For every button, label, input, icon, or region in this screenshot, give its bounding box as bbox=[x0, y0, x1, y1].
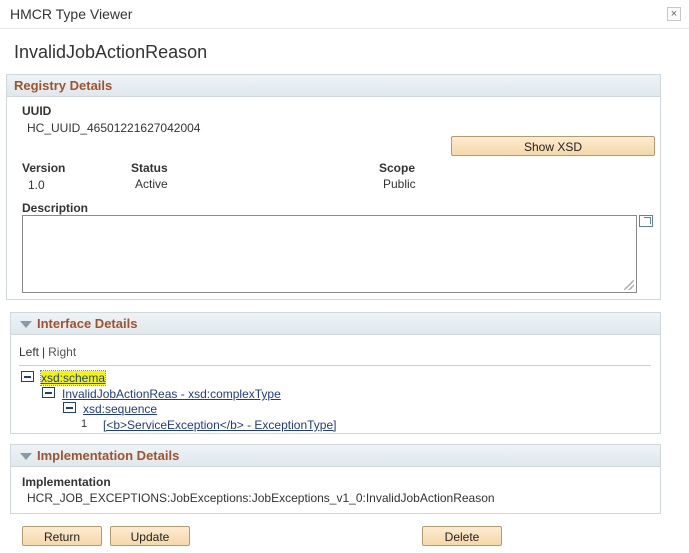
interface-details-group: Interface Details Left | Right xsd:schema … bbox=[10, 312, 661, 434]
tree-direction-tabs: Left | Right bbox=[19, 345, 76, 359]
expand-editor-icon[interactable] bbox=[639, 215, 653, 227]
uuid-value: HC_UUID_46501221627042004 bbox=[27, 121, 201, 135]
window-title: HMCR Type Viewer bbox=[10, 6, 133, 22]
resize-grip-icon[interactable] bbox=[624, 280, 634, 290]
registry-details-group: Registry Details UUID HC_UUID_4650122162… bbox=[6, 74, 661, 300]
collapse-schema-icon[interactable] bbox=[21, 371, 34, 382]
description-textarea[interactable] bbox=[22, 215, 637, 293]
update-button[interactable]: Update bbox=[110, 526, 190, 546]
window-titlebar: HMCR Type Viewer × bbox=[0, 0, 689, 29]
delete-button[interactable]: Delete bbox=[422, 526, 502, 546]
implementation-value: HCR_JOB_EXCEPTIONS:JobExceptions:JobExce… bbox=[27, 491, 495, 505]
version-value: 1.0 bbox=[28, 178, 45, 192]
description-label: Description bbox=[22, 201, 89, 215]
tab-right[interactable]: Right bbox=[48, 345, 76, 359]
return-button[interactable]: Return bbox=[22, 526, 102, 546]
close-icon[interactable]: × bbox=[667, 7, 681, 21]
status-label: Status bbox=[131, 161, 168, 175]
tab-separator: | bbox=[42, 345, 46, 359]
tab-left[interactable]: Left bbox=[19, 345, 39, 359]
page-title: InvalidJobActionReason bbox=[14, 42, 208, 62]
tree-node-complex-type[interactable]: InvalidJobActionReas - xsd:complexType bbox=[62, 387, 281, 401]
tab-divider bbox=[19, 365, 651, 366]
collapse-sequence-icon[interactable] bbox=[63, 402, 76, 413]
implementation-details-title: Implementation Details bbox=[37, 448, 180, 463]
collapse-triangle-icon[interactable] bbox=[20, 321, 32, 328]
tree-node-sequence[interactable]: xsd:sequence bbox=[83, 402, 157, 416]
uuid-label: UUID bbox=[22, 104, 52, 118]
show-xsd-button[interactable]: Show XSD bbox=[451, 136, 655, 156]
tree-node-schema[interactable]: xsd:schema bbox=[39, 370, 107, 386]
implementation-details-group: Implementation Details Implementation HC… bbox=[10, 444, 661, 514]
interface-details-header[interactable]: Interface Details bbox=[11, 313, 660, 335]
interface-details-title: Interface Details bbox=[37, 316, 138, 331]
collapse-triangle-icon[interactable] bbox=[20, 453, 32, 460]
tree-node-service-exception[interactable]: [<b>ServiceException</b> - ExceptionType… bbox=[103, 418, 336, 432]
status-value: Active bbox=[135, 177, 168, 191]
registry-details-header: Registry Details bbox=[7, 75, 660, 97]
tree-element-index: 1 bbox=[81, 418, 88, 430]
version-label: Version bbox=[22, 161, 66, 175]
scope-label: Scope bbox=[379, 161, 416, 175]
implementation-details-header[interactable]: Implementation Details bbox=[11, 445, 660, 467]
implementation-label: Implementation bbox=[22, 475, 111, 489]
collapse-complex-type-icon[interactable] bbox=[42, 387, 55, 398]
scope-value: Public bbox=[383, 177, 416, 191]
